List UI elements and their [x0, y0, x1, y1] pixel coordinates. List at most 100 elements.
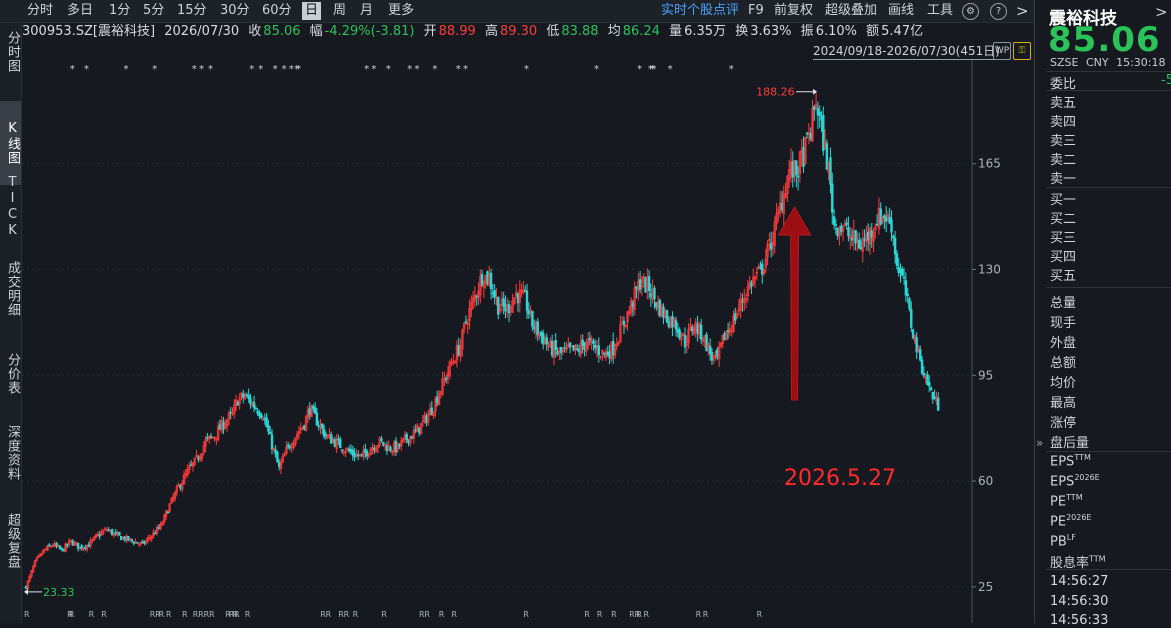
kline-chart[interactable]: * * * * * * * * * * * * ** * * * * * * * * * * * *** * * R RR R R R RR R… — [22, 60, 1032, 623]
max-price-label: 188.26 — [756, 86, 795, 99]
candle-body — [920, 359, 924, 374]
nav-price-table[interactable]: 分价表 — [0, 353, 21, 395]
metric-label: PE — [1050, 494, 1067, 510]
wp-settings-icon[interactable]: WP — [993, 42, 1011, 60]
candle-body — [647, 276, 651, 292]
stat-limit-up: 涨停 — [1050, 416, 1077, 431]
r-marker: R — [344, 610, 350, 619]
metric-sup: 2026E — [1066, 513, 1092, 522]
currency: CNY — [1085, 56, 1109, 69]
nav-deep-info[interactable]: 深度资料 — [0, 425, 21, 481]
tools-button[interactable]: 工具 — [927, 2, 953, 20]
forward-adjust-button[interactable]: 前复权 — [774, 2, 813, 20]
metric-sup: TTM — [1089, 554, 1106, 564]
candle-body — [270, 434, 274, 450]
candle-body — [674, 320, 678, 330]
realtime-review-link[interactable]: 实时个股点评 — [661, 2, 739, 20]
candle-body — [665, 310, 669, 323]
min-pointer-head — [24, 588, 28, 595]
candle-body — [847, 227, 850, 237]
chevron-right-icon[interactable]: > — [1016, 2, 1029, 20]
tab-5min[interactable]: 5分 — [140, 2, 167, 20]
stat-after-hours-volume: 盘后量 — [1050, 436, 1090, 451]
star-marker: * — [282, 64, 287, 75]
nav-fenshi[interactable]: 分时图 — [0, 31, 21, 73]
candle-body — [795, 160, 798, 176]
help-icon[interactable]: ? — [990, 3, 1007, 20]
candle-body — [901, 268, 904, 276]
tick-time: 14:56:33 — [1050, 613, 1109, 628]
tab-30min[interactable]: 30分 — [217, 2, 253, 20]
tab-60min[interactable]: 60分 — [259, 2, 295, 20]
nav-kline[interactable]: K线图 — [0, 101, 21, 185]
nav-tick[interactable]: TICK — [0, 175, 21, 239]
star-marker: * — [463, 64, 468, 75]
star-marker: * — [199, 64, 204, 75]
red-arrow — [777, 205, 812, 401]
panel-divider — [1034, 0, 1035, 623]
candle-body — [678, 329, 681, 339]
nav-trade-detail[interactable]: 成交明细 — [0, 261, 21, 317]
candle-body — [531, 310, 534, 327]
stat-avg-price: 均价 — [1050, 376, 1077, 391]
stock-code: 300953.SZ[震裕科技] — [22, 24, 156, 39]
candle-body — [937, 397, 940, 411]
weibi-value: -5 — [1161, 73, 1171, 88]
amount-label: 额 — [866, 24, 880, 39]
candle-body — [252, 401, 256, 408]
tab-duori[interactable]: 多日 — [64, 2, 96, 20]
change-label: 幅 — [309, 24, 323, 39]
candle-body — [832, 216, 836, 225]
candle-body — [922, 373, 926, 376]
nav-super-review[interactable]: 超级复盘 — [0, 513, 21, 569]
candle-body — [576, 348, 579, 350]
candle-body — [339, 438, 342, 449]
settings-icon[interactable]: ⚙ — [962, 3, 979, 20]
candle-body — [699, 324, 703, 340]
exchange-meta: SZSE CNY 15:30:18 — [1050, 56, 1166, 69]
r-marker: R — [182, 610, 188, 619]
low-value: 83.88 — [561, 24, 599, 39]
metric-sup: TTM — [1074, 453, 1091, 462]
candle-body — [536, 321, 539, 336]
tab-monthly[interactable]: 月 — [357, 2, 376, 20]
f9-button[interactable]: F9 — [748, 2, 764, 20]
sell-3: 卖三 — [1050, 134, 1077, 149]
r-marker: R — [636, 610, 642, 619]
super-overlay-button[interactable]: 超级叠加 — [825, 2, 877, 20]
tick-time: 14:56:27 — [1050, 574, 1109, 589]
lock-icon[interactable]: ⚿ — [1013, 42, 1031, 60]
candle-body — [48, 544, 51, 547]
tab-more[interactable]: 更多 — [385, 2, 417, 20]
metric-label: PE — [1050, 514, 1067, 530]
star-marker: * — [296, 64, 301, 75]
candle-body — [380, 438, 383, 442]
metric-label: EPS — [1050, 454, 1075, 470]
draw-line-button[interactable]: 画线 — [888, 2, 914, 20]
candle-body — [166, 511, 170, 514]
tick-time: 14:56:30 — [1050, 594, 1109, 609]
close-label: 收 — [248, 24, 262, 39]
candle-body — [594, 344, 597, 349]
sell-5: 卖五 — [1050, 96, 1077, 111]
candle-body — [554, 339, 557, 351]
current-price: 85.06 — [1048, 20, 1161, 60]
candle-body — [919, 349, 922, 361]
r-marker: R — [439, 610, 445, 619]
star-marker: * — [289, 64, 294, 75]
candle-body — [389, 447, 392, 451]
candle-body — [908, 298, 911, 310]
tab-weekly[interactable]: 周 — [330, 2, 349, 20]
tab-daily[interactable]: 日 — [302, 2, 322, 20]
candle-body — [130, 539, 134, 542]
candle-body — [904, 280, 908, 296]
tab-1min[interactable]: 1分 — [106, 2, 133, 20]
tab-15min[interactable]: 15分 — [174, 2, 210, 20]
stat-outer-volume: 外盘 — [1050, 336, 1077, 351]
star-marker: * — [729, 64, 734, 75]
y-tick-label: 25 — [978, 580, 993, 594]
candle-body — [638, 279, 642, 290]
chevron-right-icon[interactable]: > — [1155, 3, 1168, 21]
tab-fenshi[interactable]: 分时 — [24, 2, 56, 20]
date-range[interactable]: 2024/09/18-2026/07/30(451日) — [813, 43, 1000, 60]
